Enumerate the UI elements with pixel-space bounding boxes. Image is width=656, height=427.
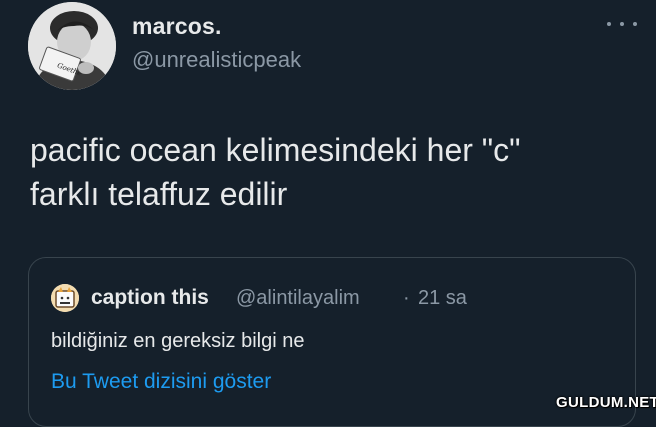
quoted-author-avatar[interactable] bbox=[51, 284, 79, 312]
tweet-text-line-2: farklı telaffuz edilir bbox=[30, 176, 288, 212]
profile-photo-icon: Goethe bbox=[28, 2, 116, 90]
tweet-card: Goethe marcos. @unrealisticpeak pacific … bbox=[0, 0, 656, 427]
quoted-tweet-text: bildiğiniz en gereksiz bilgi ne bbox=[51, 330, 305, 352]
more-options-icon[interactable] bbox=[607, 14, 637, 34]
cat-avatar-icon bbox=[51, 284, 79, 312]
author-handle[interactable]: @unrealisticpeak bbox=[132, 47, 301, 73]
more-dot bbox=[607, 22, 611, 26]
tweet-text: pacific ocean kelimesindeki her "c" fark… bbox=[30, 128, 630, 216]
quoted-tweet[interactable]: caption this @alintilayalim · 21 sa bild… bbox=[28, 257, 636, 427]
quoted-display-name[interactable]: caption this bbox=[91, 286, 209, 310]
separator-dot: · bbox=[403, 287, 410, 309]
quoted-handle[interactable]: @alintilayalim bbox=[236, 287, 360, 310]
show-thread-link[interactable]: Bu Tweet dizisini göster bbox=[51, 370, 271, 394]
site-watermark: GULDUM.NET bbox=[556, 394, 656, 411]
author-display-name[interactable]: marcos. bbox=[132, 13, 222, 40]
quoted-timestamp[interactable]: 21 sa bbox=[418, 287, 467, 310]
more-dot bbox=[620, 22, 624, 26]
more-dot bbox=[633, 22, 637, 26]
author-avatar[interactable]: Goethe bbox=[28, 2, 116, 90]
tweet-text-line-1: pacific ocean kelimesindeki her "c" bbox=[30, 132, 521, 168]
